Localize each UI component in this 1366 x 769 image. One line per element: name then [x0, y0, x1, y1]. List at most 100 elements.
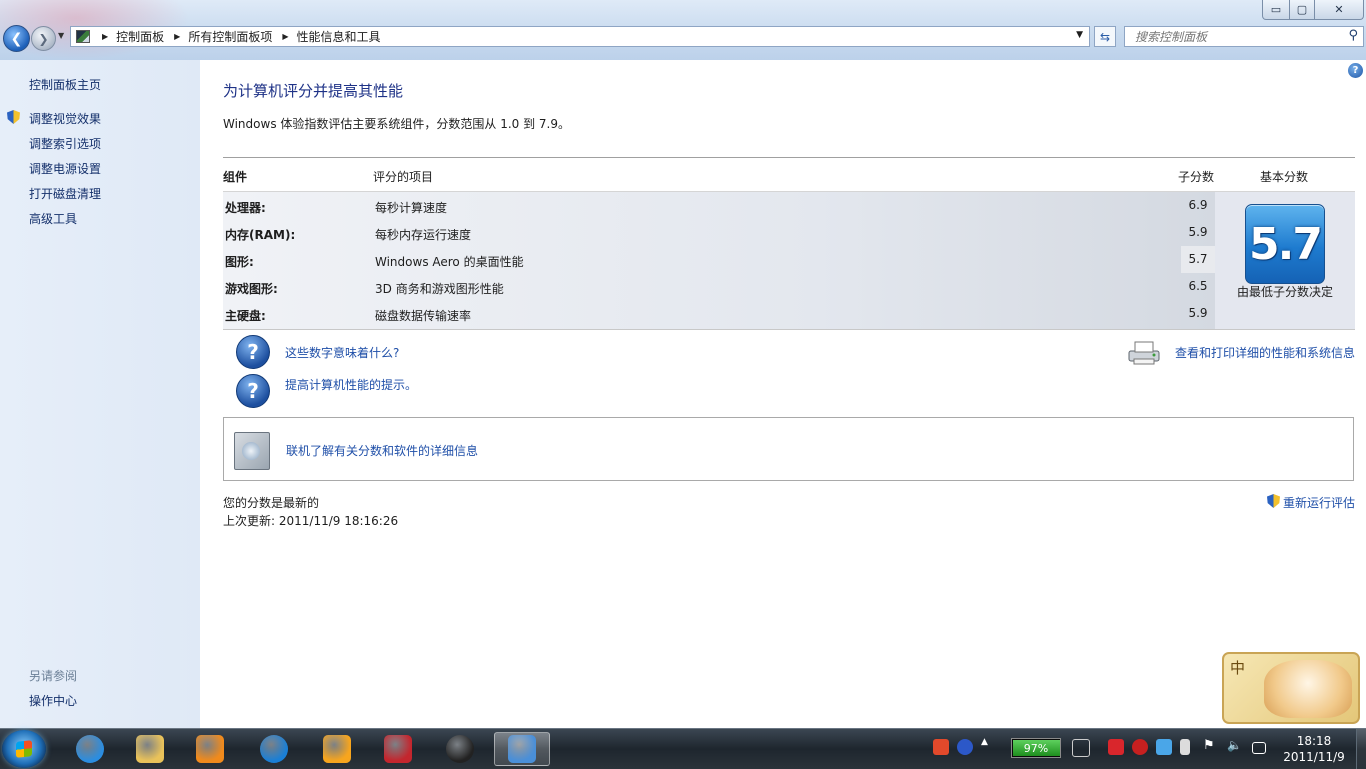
base-score-badge: 5.7: [1245, 204, 1325, 284]
ime-language-label[interactable]: 中: [1230, 657, 1245, 678]
recent-pages-dropdown[interactable]: ▼: [58, 31, 64, 40]
rerun-assessment-link[interactable]: 重新运行评估: [1283, 494, 1355, 511]
table-row: 游戏图形: 3D 商务和游戏图形性能 6.5: [223, 273, 1215, 300]
rated-item: 每秒内存运行速度: [375, 228, 472, 242]
subscore-value: 6.5: [1188, 279, 1208, 293]
printer-icon: [1128, 341, 1160, 365]
taskbar-app-qq[interactable]: [432, 732, 488, 766]
taskbar-app-sogou[interactable]: [246, 732, 302, 766]
component-label: 游戏图形:: [225, 282, 278, 296]
ime-widget[interactable]: 中: [1222, 652, 1360, 724]
subscore-value: 6.9: [1188, 198, 1208, 212]
show-desktop-button[interactable]: [1356, 729, 1366, 769]
autocad-icon: [384, 735, 412, 763]
main-content: ? 为计算机评分并提高其性能 Windows 体验指数评估主要系统组件，分数范围…: [200, 60, 1366, 728]
subscore-value-lowest: 5.7: [1181, 246, 1215, 273]
score-table: 组件 评分的项目 子分数 基本分数 处理器: 每秒计算速度 6.9 内存(RAM…: [223, 157, 1355, 330]
header-rated-item: 评分的项目: [373, 170, 434, 184]
sidebar-item-power[interactable]: 调整电源设置: [29, 160, 101, 177]
taskbar-app-media-player[interactable]: [182, 732, 238, 766]
print-details-link[interactable]: 查看和打印详细的性能和系统信息: [1175, 344, 1355, 361]
taskbar-app-autocad[interactable]: [370, 732, 426, 766]
back-button[interactable]: ❮: [3, 25, 30, 52]
back-arrow-icon: ❮: [10, 30, 23, 47]
sidebar-item-action-center[interactable]: 操作中心: [29, 692, 77, 709]
forward-arrow-icon: ❯: [38, 31, 49, 46]
page-subtitle: Windows 体验指数评估主要系统组件，分数范围从 1.0 到 7.9。: [223, 117, 570, 131]
action-center-flag-icon[interactable]: ⚑: [1203, 738, 1219, 754]
component-label: 内存(RAM):: [225, 228, 296, 242]
sidebar-item-visual-effects[interactable]: 调整视觉效果: [29, 110, 101, 127]
help-tray-icon[interactable]: [957, 739, 973, 755]
base-score-value: 5.7: [1249, 218, 1323, 270]
sidebar-item-home[interactable]: 控制面板主页: [29, 76, 101, 93]
search-box[interactable]: ⚲: [1124, 26, 1364, 47]
see-also-heading: 另请参阅: [29, 669, 78, 683]
page-title: 为计算机评分并提高其性能: [223, 82, 404, 100]
taskbar-app-pps[interactable]: [309, 732, 365, 766]
rated-item: Windows Aero 的桌面性能: [375, 255, 524, 269]
record-icon[interactable]: [1132, 739, 1148, 755]
chevron-down-icon[interactable]: ▼: [1076, 30, 1083, 40]
component-label: 主硬盘:: [225, 309, 266, 323]
chevron-right-icon[interactable]: ▶: [102, 32, 108, 41]
header-subscore: 子分数: [1178, 170, 1215, 184]
close-button[interactable]: ✕: [1314, 0, 1364, 20]
chevron-right-icon[interactable]: ▶: [174, 32, 180, 41]
what-numbers-mean-link[interactable]: 这些数字意味着什么?: [285, 344, 399, 361]
performance-tips-link[interactable]: 提高计算机性能的提示。: [285, 376, 417, 393]
shield-icon: [1267, 494, 1280, 508]
folder-icon: [136, 735, 164, 763]
volume-icon[interactable]: 🔈: [1227, 738, 1243, 754]
address-bar[interactable]: ▶ 控制面板 ▶ 所有控制面板项 ▶ 性能信息和工具 ▼: [70, 26, 1090, 47]
forward-button[interactable]: ❯: [31, 26, 56, 51]
header-component: 组件: [223, 170, 248, 184]
help-question-icon: ?: [236, 335, 270, 369]
antivirus-icon[interactable]: [1108, 739, 1124, 755]
refresh-icon: ⇆: [1099, 29, 1111, 44]
search-input[interactable]: [1133, 28, 1347, 45]
battery-percent: 97%: [1023, 741, 1049, 755]
help-icon[interactable]: ?: [1348, 63, 1363, 78]
component-label: 处理器:: [225, 201, 266, 215]
clock-date: 2011/11/9: [1283, 750, 1345, 764]
status-text: 您的分数是最新的: [223, 496, 320, 510]
maximize-button[interactable]: ▢: [1289, 0, 1315, 20]
sidebar-item-indexing[interactable]: 调整索引选项: [29, 135, 101, 152]
qq-penguin-icon: [446, 735, 474, 763]
show-hidden-icons-icon[interactable]: ▲: [981, 737, 991, 753]
online-info-box: 联机了解有关分数和软件的详细信息: [223, 417, 1354, 481]
taskbar: ▲ 97% ⚑ 🔈 18:18 2011/11/9: [0, 728, 1366, 769]
sidebar-item-disk-cleanup[interactable]: 打开磁盘清理: [29, 185, 101, 202]
control-panel-icon: [508, 735, 536, 763]
table-row: 主硬盘: 磁盘数据传输速率 5.9: [223, 300, 1215, 327]
breadcrumb-performance[interactable]: 性能信息和工具: [297, 28, 381, 45]
taskbar-app-explorer[interactable]: [122, 732, 178, 766]
header-base-score: 基本分数: [1260, 170, 1309, 184]
taskbar-app-control-panel[interactable]: [494, 732, 550, 766]
control-panel-icon: [76, 30, 90, 43]
rated-item: 每秒计算速度: [375, 201, 448, 215]
taskbar-app-ie[interactable]: [62, 732, 118, 766]
search-icon[interactable]: ⚲: [1348, 28, 1358, 43]
network-settings-icon[interactable]: [1156, 739, 1172, 755]
sidebar-item-advanced-tools[interactable]: 高级工具: [29, 210, 77, 227]
breadcrumb-all-items[interactable]: 所有控制面板项: [188, 28, 272, 45]
device-icon[interactable]: [1180, 739, 1190, 755]
start-button[interactable]: [2, 730, 46, 768]
table-row: 内存(RAM): 每秒内存运行速度 5.9: [223, 219, 1215, 246]
online-info-link[interactable]: 联机了解有关分数和软件的详细信息: [286, 442, 478, 459]
table-row: 处理器: 每秒计算速度 6.9: [223, 192, 1215, 219]
system-clock[interactable]: 18:18 2011/11/9: [1278, 733, 1350, 765]
chevron-right-icon[interactable]: ▶: [282, 32, 288, 41]
network-icon[interactable]: [1252, 742, 1266, 754]
last-updated-text: 上次更新: 2011/11/9 18:16:26: [223, 514, 399, 528]
minimize-button[interactable]: ▭: [1262, 0, 1290, 20]
usb-icon[interactable]: [1072, 739, 1090, 757]
rated-item: 3D 商务和游戏图形性能: [375, 282, 504, 296]
breadcrumb-control-panel[interactable]: 控制面板: [116, 28, 164, 45]
refresh-button[interactable]: ⇆: [1094, 26, 1116, 47]
help-question-icon: ?: [236, 374, 270, 408]
sogou-ime-icon[interactable]: [933, 739, 949, 755]
battery-indicator[interactable]: 97%: [1011, 738, 1061, 758]
